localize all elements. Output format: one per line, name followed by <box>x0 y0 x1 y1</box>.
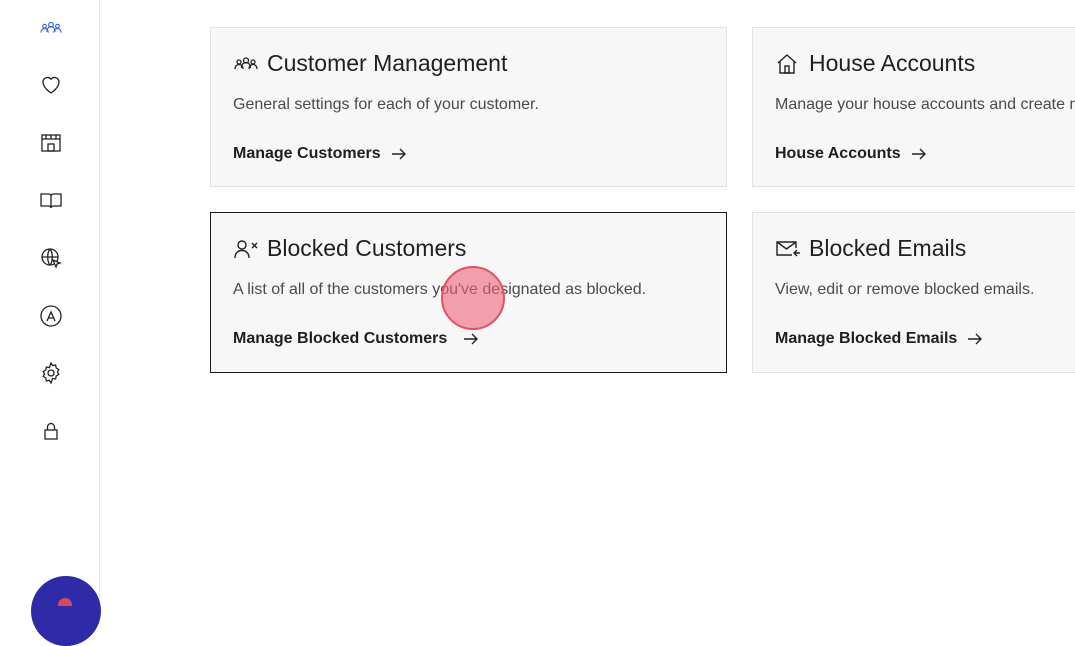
card-title: Customer Management <box>233 50 507 77</box>
heart-icon[interactable] <box>38 72 64 98</box>
card-title: House Accounts <box>775 50 975 77</box>
house-icon <box>775 53 801 75</box>
arrow-right-icon <box>463 332 479 346</box>
card-title: Blocked Customers <box>233 235 466 262</box>
card-title-text: Customer Management <box>267 50 508 76</box>
globe-cursor-icon[interactable] <box>38 245 64 271</box>
lock-icon[interactable] <box>38 418 64 444</box>
blocked-emails-card[interactable]: Blocked Emails View, edit or remove bloc… <box>752 212 1075 373</box>
link-label: House Accounts <box>775 145 901 162</box>
gear-icon[interactable] <box>38 360 64 386</box>
house-accounts-link[interactable]: House Accounts <box>775 145 927 163</box>
arrow-right-icon <box>911 147 927 161</box>
arrow-right-icon <box>391 147 407 161</box>
store-icon[interactable] <box>38 130 64 156</box>
email-blocked-icon <box>775 238 801 260</box>
manage-blocked-emails-link[interactable]: Manage Blocked Emails <box>775 330 983 348</box>
help-chat-button[interactable] <box>31 576 101 646</box>
card-description: View, edit or remove blocked emails. <box>775 281 1035 298</box>
card-title: Blocked Emails <box>775 235 966 262</box>
app-store-icon[interactable] <box>38 303 64 329</box>
sidebar <box>0 0 100 601</box>
customers-icon <box>233 53 259 75</box>
link-label: Manage Blocked Customers <box>233 330 448 347</box>
card-description: General settings for each of your custom… <box>233 96 539 113</box>
house-accounts-card[interactable]: House Accounts Manage your house account… <box>752 27 1075 187</box>
manage-blocked-customers-link[interactable]: Manage Blocked Customers <box>233 330 479 348</box>
card-title-text: House Accounts <box>809 50 976 76</box>
card-title-text: Blocked Emails <box>809 235 967 261</box>
card-title-text: Blocked Customers <box>267 235 467 261</box>
book-icon[interactable] <box>38 188 64 214</box>
manage-customers-link[interactable]: Manage Customers <box>233 145 407 163</box>
arrow-right-icon <box>967 332 983 346</box>
blocked-customers-card[interactable]: Blocked Customers A list of all of the c… <box>210 212 727 373</box>
user-blocked-icon <box>233 238 259 260</box>
card-description: A list of all of the customers you've de… <box>233 281 647 298</box>
link-label: Manage Customers <box>233 145 381 162</box>
link-label: Manage Blocked Emails <box>775 330 958 347</box>
customer-management-card[interactable]: Customer Management General settings for… <box>210 27 727 187</box>
help-avatar <box>58 598 72 606</box>
card-description: Manage your house accounts and create ne <box>775 96 1075 113</box>
customers-icon[interactable] <box>38 15 64 41</box>
